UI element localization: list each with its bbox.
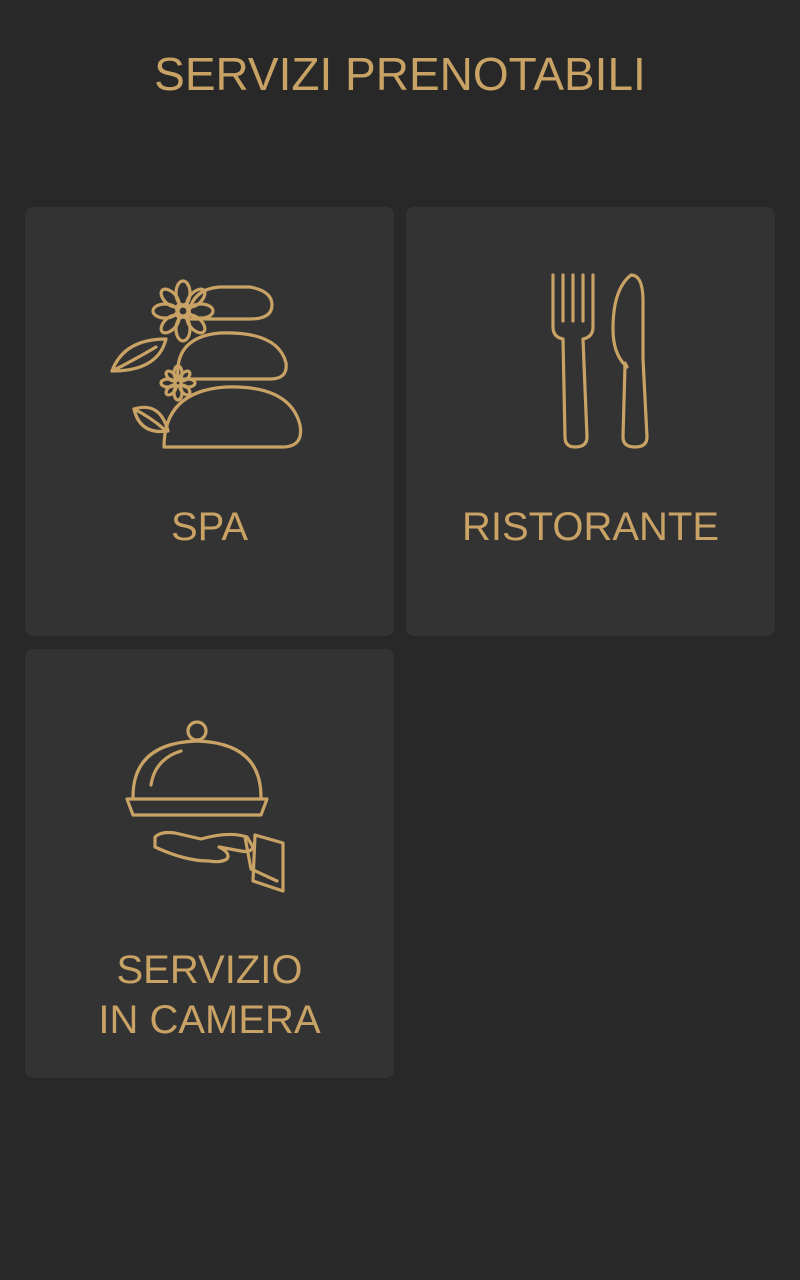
spa-stones-icon	[25, 275, 394, 455]
service-label-ristorante: RISTORANTE	[461, 505, 720, 549]
fork-knife-icon	[406, 271, 775, 451]
service-card-ristorante[interactable]: RISTORANTE	[406, 207, 775, 636]
service-label-line2: IN CAMERA	[98, 998, 321, 1042]
service-card-spa[interactable]: SPA	[25, 207, 394, 636]
service-label-line1: SERVIZIO	[116, 948, 303, 992]
service-card-servizio-in-camera[interactable]: SERVIZIO IN CAMERA	[25, 649, 394, 1078]
service-label-servizio-in-camera: SERVIZIO IN CAMERA	[25, 945, 394, 1045]
service-label-spa: SPA	[170, 505, 249, 549]
room-service-cloche-icon	[25, 719, 394, 899]
page-title: SERVIZI PRENOTABILI	[154, 48, 646, 100]
